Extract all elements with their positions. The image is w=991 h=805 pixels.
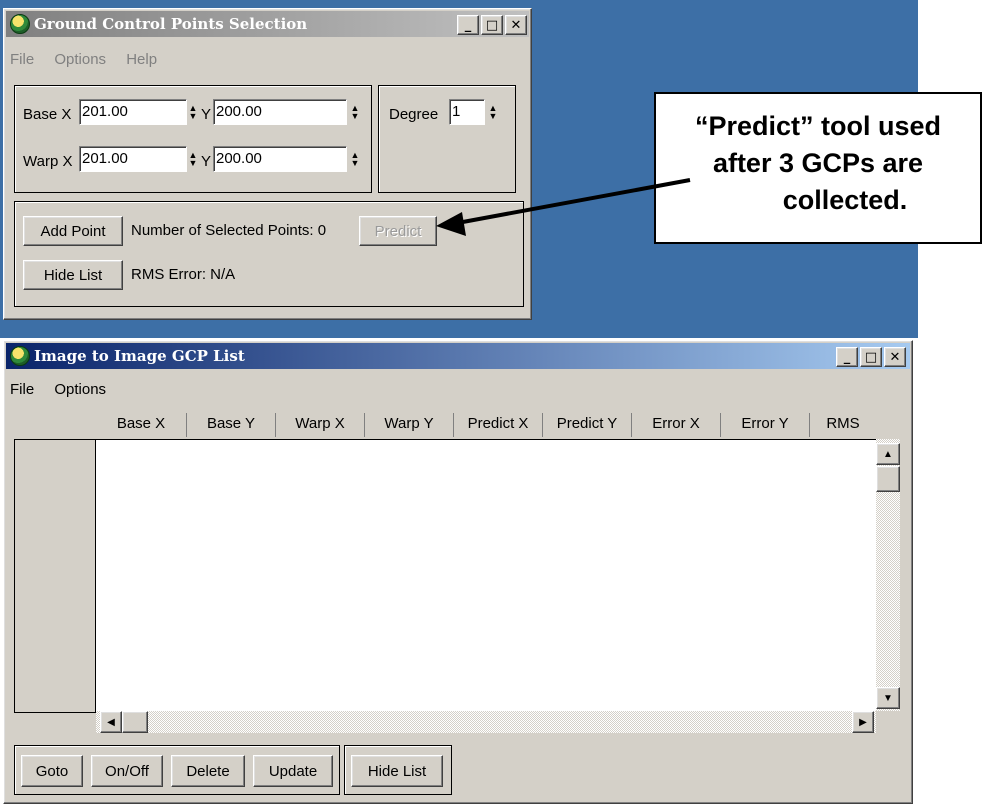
goto-label: Goto [35,762,69,780]
scroll-up-button[interactable]: ▲ [876,443,900,465]
column-header-error-y[interactable]: Error Y [721,413,810,437]
column-header-predict-x[interactable]: Predict X [454,413,543,437]
hide-list-group: Hide List [344,745,452,795]
list-actions-group: Goto On/Off Delete Update [14,745,340,795]
gcp-table: Base X Base Y Warp X Warp Y Predict X Pr… [14,413,900,733]
scroll-left-button[interactable]: ◀ [100,711,122,733]
on-off-button[interactable]: On/Off [91,755,163,787]
arrow-down-icon: ▼ [883,692,893,704]
gcp-list-window: Image to Image GCP List _ □ ✕ File Optio… [3,340,913,804]
delete-button[interactable]: Delete [171,755,245,787]
gcp-list-title: Image to Image GCP List [34,347,245,365]
vertical-scroll-thumb[interactable] [876,466,900,492]
hide-list-button[interactable]: Hide List [351,755,443,787]
minimize-icon: _ [843,349,851,365]
hide-list-label: Hide List [367,762,427,780]
app-logo-icon [10,346,30,366]
close-button[interactable]: ✕ [884,347,906,367]
column-header-warp-x[interactable]: Warp X [276,413,365,437]
menu-options[interactable]: Options [54,381,106,398]
vertical-scrollbar[interactable]: ▲ ▼ [876,439,900,711]
table-body[interactable] [96,439,876,712]
column-header-predict-y[interactable]: Predict Y [543,413,632,437]
column-header-error-x[interactable]: Error X [632,413,721,437]
update-label: Update [268,762,318,780]
table-header: Base X Base Y Warp X Warp Y Predict X Pr… [96,413,876,437]
horizontal-scrollbar[interactable]: ◀ ▶ [96,711,876,733]
maximize-button[interactable]: □ [860,347,882,367]
arrow-up-icon: ▲ [883,448,893,460]
scroll-right-button[interactable]: ▶ [852,711,874,733]
arrow-left-icon: ◀ [107,716,115,728]
scroll-down-button[interactable]: ▼ [876,687,900,709]
row-header-column [14,439,96,713]
update-button[interactable]: Update [253,755,333,787]
column-header-base-y[interactable]: Base Y [187,413,276,437]
arrow-right-icon: ▶ [859,716,867,728]
horizontal-scroll-thumb[interactable] [122,711,148,733]
minimize-button[interactable]: _ [836,347,858,367]
maximize-icon: □ [864,349,878,365]
on-off-label: On/Off [105,762,149,780]
column-header-rms[interactable]: RMS [810,413,876,437]
column-header-base-x[interactable]: Base X [96,413,187,437]
goto-button[interactable]: Goto [21,755,83,787]
delete-label: Delete [186,762,230,780]
gcp-list-titlebar[interactable]: Image to Image GCP List [6,343,910,369]
menu-file[interactable]: File [10,381,34,398]
gcp-list-menubar: File Options [10,381,122,398]
close-icon: ✕ [889,349,901,365]
column-header-warp-y[interactable]: Warp Y [365,413,454,437]
